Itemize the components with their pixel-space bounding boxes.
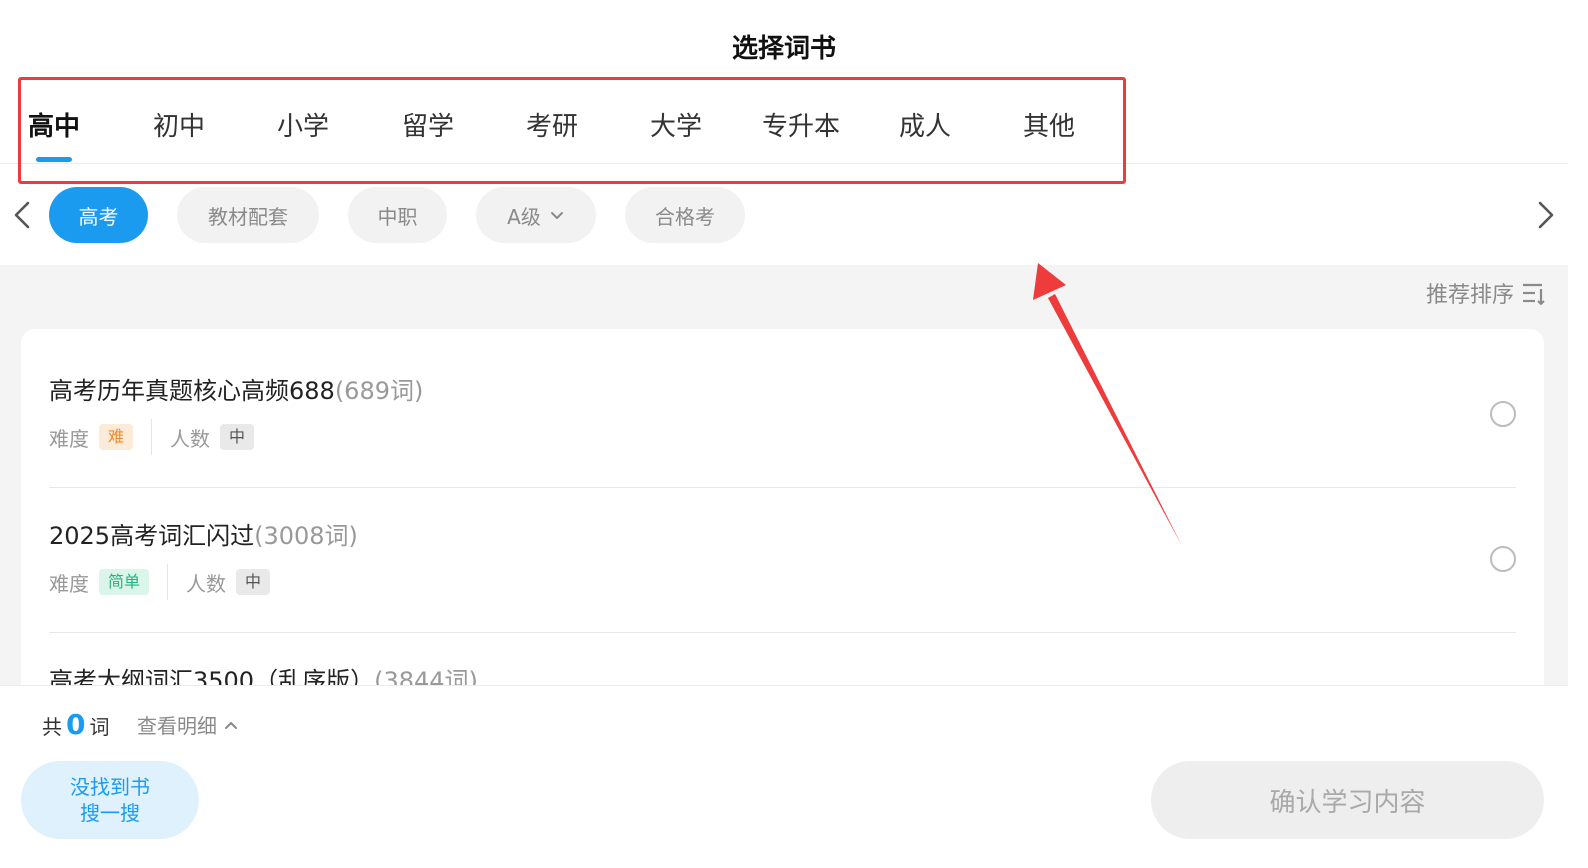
chip-a-level[interactable]: A级 [476, 187, 596, 243]
popularity-badge: 中 [236, 569, 271, 595]
scroll-left-button[interactable] [8, 197, 38, 233]
tab-other[interactable]: 其他 [994, 106, 1104, 143]
chip-textbook[interactable]: 教材配套 [177, 187, 319, 243]
tab-junior-high[interactable]: 初中 [124, 106, 234, 143]
select-radio[interactable] [1490, 546, 1516, 572]
subcategory-bar: 高考 教材配套 中职 A级 合格考 [0, 165, 1568, 265]
search-line-2: 搜一搜 [80, 801, 140, 825]
meta-divider [151, 419, 153, 455]
page-title: 选择词书 [731, 34, 836, 64]
popularity-badge: 中 [220, 424, 255, 450]
search-line-1: 没找到书 [70, 775, 150, 799]
book-name: 高考历年真题核心高频688 [49, 377, 335, 405]
chip-qualification[interactable]: 合格考 [625, 187, 745, 243]
book-item[interactable]: 2025高考词汇闪过(3008词) 难度 简单 人数 中 [49, 474, 1516, 619]
tab-adult[interactable]: 成人 [870, 106, 980, 143]
chip-a-level-label: A级 [507, 204, 541, 229]
difficulty-badge: 简单 [99, 569, 150, 595]
bottom-bar: 共 0 词 查看明细 没找到书 搜一搜 确认学习内容 [0, 685, 1568, 868]
book-name: 高考大纲词汇3500（乱序版） [49, 667, 375, 685]
book-list-card: 高考历年真题核心高频688(689词) 难度 难 人数 中 2025高考词汇闪过… [21, 329, 1544, 685]
tab-postgraduate[interactable]: 考研 [497, 106, 607, 143]
tab-high-school[interactable]: 高中 [28, 106, 138, 143]
tab-university[interactable]: 大学 [621, 106, 731, 143]
total-suffix: 词 [89, 715, 110, 739]
popularity-label: 人数 [170, 426, 211, 451]
sort-icon [1523, 283, 1545, 306]
view-detail-label: 查看明细 [137, 714, 217, 738]
tab-upgrade[interactable]: 专升本 [746, 106, 856, 143]
book-list-area: 推荐排序 高考历年真题核心高频688(689词) 难度 难 人数 中 2025高… [0, 265, 1568, 685]
search-book-button[interactable]: 没找到书 搜一搜 [21, 761, 199, 839]
difficulty-badge: 难 [99, 424, 134, 450]
book-word-count: (3008词) [254, 522, 358, 550]
chevron-down-icon [550, 212, 563, 219]
book-meta: 难度 简单 人数 中 [49, 564, 271, 600]
book-title: 高考大纲词汇3500（乱序版）(3844词) [49, 661, 478, 685]
book-word-count: (3844词) [374, 667, 478, 685]
difficulty-label: 难度 [49, 426, 89, 451]
book-item[interactable]: 高考大纲词汇3500（乱序版）(3844词) [49, 619, 1516, 685]
book-word-count: (689词) [334, 377, 424, 405]
total-prefix: 共 [42, 715, 62, 739]
total-count: 0 [66, 708, 86, 741]
chip-gaokao[interactable]: 高考 [49, 187, 148, 243]
book-meta: 难度 难 人数 中 [49, 419, 255, 455]
tab-study-abroad[interactable]: 留学 [373, 106, 483, 143]
select-radio[interactable] [1490, 401, 1516, 427]
word-total: 共 0 词 [42, 708, 109, 741]
chip-vocational[interactable]: 中职 [348, 187, 447, 243]
active-tab-indicator [36, 157, 72, 162]
confirm-button[interactable]: 确认学习内容 [1151, 761, 1544, 839]
difficulty-label: 难度 [49, 571, 89, 596]
category-tabs: 高中 初中 小学 留学 考研 大学 专升本 成人 其他 [0, 86, 1568, 164]
popularity-label: 人数 [186, 571, 227, 596]
scroll-right-button[interactable] [1530, 197, 1560, 233]
sort-label: 推荐排序 [1425, 283, 1514, 308]
tab-primary[interactable]: 小学 [248, 106, 358, 143]
chevron-right-icon [1538, 201, 1554, 229]
chevron-left-icon [14, 201, 30, 229]
sort-button[interactable]: 推荐排序 [1426, 277, 1548, 309]
book-name: 2025高考词汇闪过 [49, 522, 255, 550]
view-detail-button[interactable]: 查看明细 [137, 710, 239, 739]
book-title: 高考历年真题核心高频688(689词) [49, 371, 423, 406]
book-title: 2025高考词汇闪过(3008词) [49, 516, 358, 551]
chevron-up-icon [225, 721, 237, 729]
book-item[interactable]: 高考历年真题核心高频688(689词) 难度 难 人数 中 [49, 329, 1516, 474]
meta-divider [167, 564, 169, 600]
